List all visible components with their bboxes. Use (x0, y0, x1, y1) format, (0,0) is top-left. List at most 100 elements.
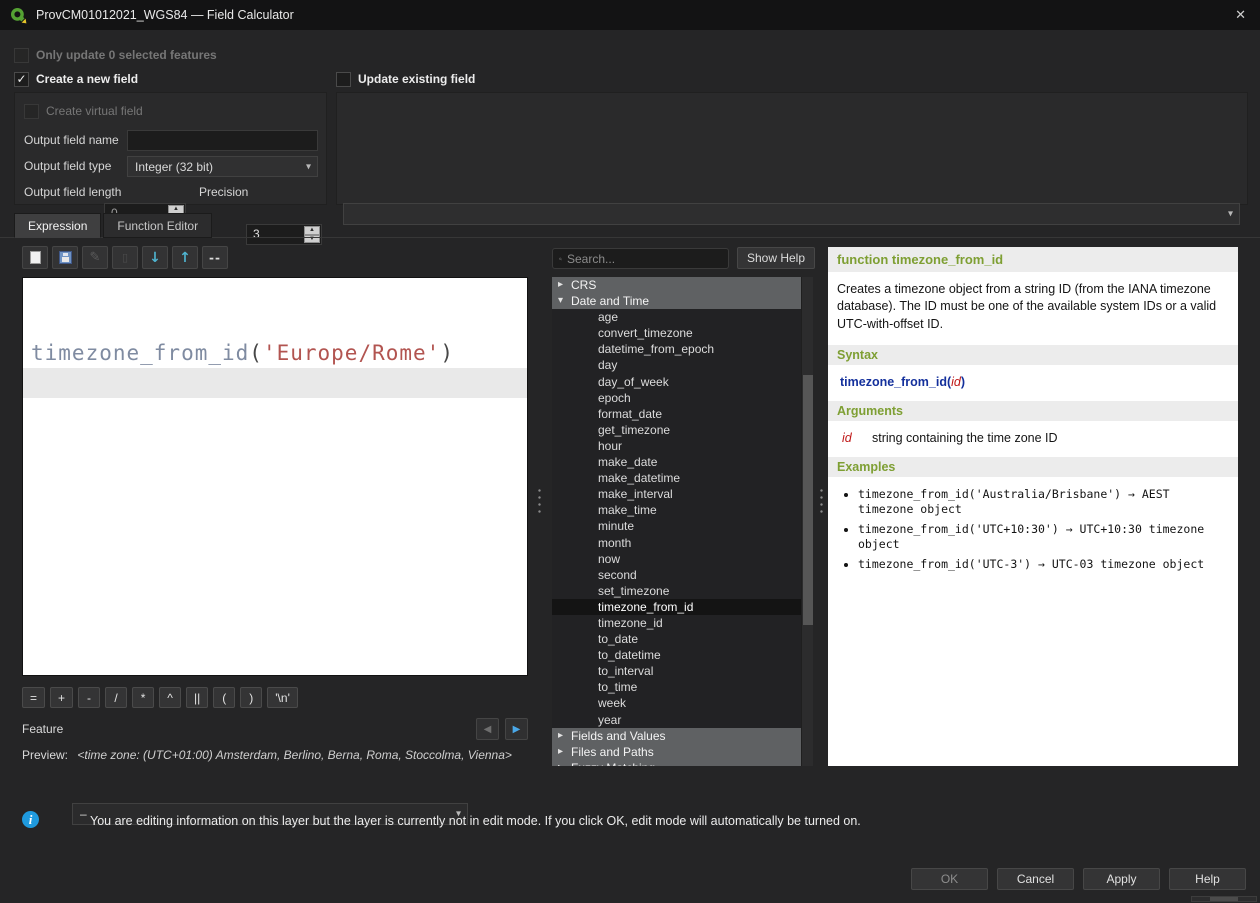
tree-item-week[interactable]: week (552, 695, 801, 711)
expression-editor[interactable]: timezone_from_id('Europe/Rome') (22, 277, 528, 676)
splitter-handle[interactable] (537, 487, 542, 517)
delete-expression-button[interactable]: ▯ (112, 246, 138, 269)
show-help-button[interactable]: Show Help (737, 247, 815, 269)
tree-item-datetime-from-epoch[interactable]: datetime_from_epoch (552, 341, 801, 357)
code-line (23, 308, 527, 338)
tab-expression[interactable]: Expression (14, 213, 101, 238)
tree-group-crs[interactable]: ▸CRS (552, 277, 801, 293)
tree-group-date-and-time[interactable]: ▾Date and Time (552, 293, 801, 309)
chevron-down-icon: ▾ (1228, 209, 1233, 220)
tab-function-editor[interactable]: Function Editor (103, 213, 212, 238)
tree-label: make_time (598, 503, 657, 517)
tree-item-epoch[interactable]: epoch (552, 390, 801, 406)
operator-button-minus[interactable]: - (78, 687, 100, 708)
edit-expression-button[interactable]: ✎ (82, 246, 108, 269)
tree-item-timezone-from-id[interactable]: timezone_from_id (552, 599, 801, 615)
existing-field-select[interactable]: ▾ (343, 203, 1240, 225)
next-feature-button[interactable]: ▶ (505, 718, 528, 740)
tree-group-files-and-paths[interactable]: ▸Files and Paths (552, 744, 801, 760)
search-input[interactable] (567, 252, 722, 266)
tree-label: month (598, 536, 631, 550)
operator-button-divide[interactable]: / (105, 687, 127, 708)
spin-up-button[interactable]: ▲ (304, 226, 320, 235)
update-existing-field-checkbox[interactable]: ✓ Update existing field (336, 71, 475, 87)
tree-label: get_timezone (598, 423, 670, 437)
close-icon[interactable]: ✕ (1235, 7, 1246, 23)
operator-button-open-paren[interactable]: ( (213, 687, 235, 708)
tree-item-make-interval[interactable]: make_interval (552, 486, 801, 502)
scrollbar-thumb[interactable] (803, 375, 813, 625)
only-update-selected-checkbox[interactable]: ✓ Only update 0 selected features (14, 47, 217, 63)
tree-item-year[interactable]: year (552, 712, 801, 728)
tree-item-day-of-week[interactable]: day_of_week (552, 374, 801, 390)
operator-button-equals[interactable]: = (22, 687, 45, 708)
ok-button[interactable]: OK (911, 868, 988, 890)
operator-button-plus[interactable]: + (50, 687, 73, 708)
function-search[interactable] (552, 248, 729, 269)
operator-button-concat[interactable]: || (186, 687, 208, 708)
chevron-right-icon[interactable]: ▸ (558, 277, 563, 293)
tree-item-month[interactable]: month (552, 535, 801, 551)
tree-label: day (598, 358, 617, 372)
import-expressions-button[interactable]: ↓ (142, 246, 168, 269)
tree-item-to-date[interactable]: to_date (552, 631, 801, 647)
tree-item-now[interactable]: now (552, 551, 801, 567)
checkbox-box: ✓ (14, 48, 29, 63)
export-expressions-button[interactable]: ↑ (172, 246, 198, 269)
tree-item-to-interval[interactable]: to_interval (552, 663, 801, 679)
apply-button[interactable]: Apply (1083, 868, 1160, 890)
tree-item-convert-timezone[interactable]: convert_timezone (552, 325, 801, 341)
new-expression-button[interactable] (22, 246, 48, 269)
cancel-button[interactable]: Cancel (997, 868, 1074, 890)
save-expression-button[interactable] (52, 246, 78, 269)
tree-item-age[interactable]: age (552, 309, 801, 325)
spin-down-button[interactable]: ▼ (304, 235, 320, 244)
tree-item-day[interactable]: day (552, 357, 801, 373)
tree-item-format-date[interactable]: format_date (552, 406, 801, 422)
previous-feature-button[interactable]: ◀ (476, 718, 499, 740)
tree-item-to-datetime[interactable]: to_datetime (552, 647, 801, 663)
tree-item-minute[interactable]: minute (552, 518, 801, 534)
operator-button-newline[interactable]: '\n' (267, 687, 298, 708)
tree-item-make-datetime[interactable]: make_datetime (552, 470, 801, 486)
tree-label: week (598, 696, 626, 710)
tree-scrollbar[interactable] (801, 277, 813, 766)
precision-value: 3 (253, 225, 260, 244)
checkbox-box: ✓ (14, 72, 29, 87)
create-virtual-field-label: Create virtual field (46, 104, 143, 118)
resize-grip (1191, 896, 1257, 902)
tree-label: to_interval (598, 664, 653, 678)
tree-item-hour[interactable]: hour (552, 438, 801, 454)
chevron-right-icon[interactable]: ▸ (558, 760, 563, 766)
splitter-handle[interactable] (819, 487, 824, 517)
tree-item-make-time[interactable]: make_time (552, 502, 801, 518)
tree-label: second (598, 568, 637, 582)
tree-item-to-time[interactable]: to_time (552, 679, 801, 695)
new-expression-icon (30, 251, 41, 264)
output-field-name-input[interactable] (127, 130, 318, 151)
output-field-type-select[interactable]: Integer (32 bit) ▾ (127, 156, 318, 177)
tree-item-make-date[interactable]: make_date (552, 454, 801, 470)
chevron-down-icon[interactable]: ▾ (558, 293, 563, 309)
chevron-right-icon[interactable]: ▸ (558, 728, 563, 744)
precision-spinner[interactable]: 3 ▲ ▼ (246, 224, 322, 245)
operator-button-multiply[interactable]: * (132, 687, 154, 708)
syntax-line: timezone_from_id(id) (828, 365, 1238, 391)
tree-item-set-timezone[interactable]: set_timezone (552, 583, 801, 599)
tree-item-get-timezone[interactable]: get_timezone (552, 422, 801, 438)
tree-label: epoch (598, 391, 631, 405)
create-virtual-field-checkbox[interactable]: ✓ Create virtual field (24, 103, 143, 119)
help-button[interactable]: Help (1169, 868, 1246, 890)
comment-button[interactable]: -- (202, 246, 228, 269)
operator-button-close-paren[interactable]: ) (240, 687, 262, 708)
operator-button-power[interactable]: ^ (159, 687, 181, 708)
tree-item-second[interactable]: second (552, 567, 801, 583)
preview-row: Preview: <time zone: (UTC+01:00) Amsterd… (22, 748, 512, 762)
create-new-field-checkbox[interactable]: ✓ Create a new field (14, 71, 138, 87)
tree-item-timezone-id[interactable]: timezone_id (552, 615, 801, 631)
tree-group-fields-and-values[interactable]: ▸Fields and Values (552, 728, 801, 744)
tree-group-fuzzy-matching[interactable]: ▸Fuzzy Matching (552, 760, 801, 766)
tree-label: convert_timezone (598, 326, 693, 340)
chevron-right-icon[interactable]: ▸ (558, 744, 563, 760)
edit-expression-icon: ✎ (90, 251, 101, 264)
